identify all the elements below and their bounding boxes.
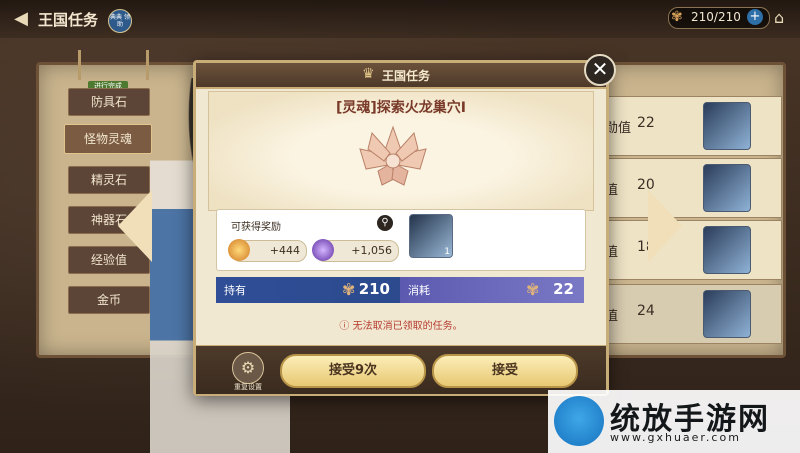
watermark: 统放手游网 www.gxhuaer.com <box>548 390 800 453</box>
exp-reward: +1,056 <box>312 239 399 262</box>
exp-reward-value: +1,056 <box>351 244 392 257</box>
cost-value: 22 <box>553 280 574 298</box>
guide-badge[interactable]: 典典 领助 <box>108 9 132 33</box>
dialog-header: ♛ 王国任务 <box>196 63 606 89</box>
item-count: 1 <box>444 247 450 257</box>
rope-decoration <box>146 50 149 80</box>
reset-settings-button[interactable]: ⚙ <box>232 352 264 384</box>
home-icon[interactable]: ⌂ <box>774 8 784 27</box>
list-item[interactable]: 勋值 22 <box>600 96 782 156</box>
magnifier-icon[interactable]: ⚲ <box>377 215 393 231</box>
stamina-value: 210/210 <box>691 10 741 24</box>
owned-value: 210 <box>358 280 390 298</box>
scroll-icon: ✾ <box>526 280 540 299</box>
reward-item-icon <box>703 102 751 150</box>
row-value: 24 <box>637 303 655 319</box>
owned-label: 持有 <box>224 284 246 297</box>
owned-bar: 持有 ✾ 210 <box>216 277 400 303</box>
stamina-counter: ✾ 210/210 + <box>668 7 770 29</box>
quest-name: [灵魂]探索火龙巢穴Ⅰ <box>335 100 466 116</box>
cost-label: 消耗 <box>408 284 430 297</box>
add-stamina-button[interactable]: + <box>747 9 763 25</box>
accept-multiple-button[interactable]: 接受9次 <box>280 354 426 388</box>
list-item[interactable]: 值 18 <box>600 220 782 280</box>
gold-reward: +444 <box>228 239 307 262</box>
back-arrow-icon[interactable]: ◀ <box>8 9 34 29</box>
reward-label: 可获得奖励 <box>231 222 281 233</box>
quest-dialog: ♛ 王国任务 [灵魂]探索火龙巢穴Ⅰ 可获得奖励 ⚲ +444 +1,056 1 <box>193 60 609 396</box>
reward-item-icon <box>703 290 751 338</box>
reward-panel: 可获得奖励 ⚲ +444 +1,056 1 <box>216 209 586 271</box>
reward-item-icon <box>703 226 751 274</box>
octopus-logo-icon <box>554 396 604 446</box>
sidebar-item-armor-stone[interactable]: 防具石 <box>68 88 150 116</box>
page-title: 王国任务 <box>38 11 99 29</box>
sidebar-item-gold[interactable]: 金币 <box>68 286 150 314</box>
list-item[interactable]: 值 24 <box>600 284 782 344</box>
watermark-url: www.gxhuaer.com <box>610 431 741 444</box>
next-arrow-icon[interactable] <box>648 190 682 262</box>
cost-bar: 消耗 ✾ 22 <box>400 277 584 303</box>
monster-soul-flower-icon <box>359 125 427 186</box>
sidebar-item-monster-soul[interactable]: 怪物灵魂 <box>64 124 152 154</box>
scroll-icon: ✾ <box>342 280 356 299</box>
rope-decoration <box>78 50 81 80</box>
dialog-title: 王国任务 <box>382 69 431 83</box>
soul-item-icon[interactable]: 1 <box>409 214 453 258</box>
reward-item-icon <box>703 164 751 212</box>
previous-arrow-icon[interactable] <box>118 190 152 262</box>
gold-coin-icon <box>228 239 250 261</box>
gold-reward-value: +444 <box>269 244 300 257</box>
notice-text: ⓘ 无法取消已领取的任务。 <box>339 321 463 332</box>
crest-icon: ♛ <box>362 66 375 82</box>
row-value: 22 <box>637 115 655 131</box>
reset-settings-label: 重复设置 <box>234 383 262 391</box>
accept-button[interactable]: 接受 <box>432 354 578 388</box>
list-item[interactable]: 值 20 <box>600 158 782 218</box>
dialog-footer: ⚙ 重复设置 接受9次 接受 <box>196 345 606 394</box>
scroll-icon: ✾ <box>671 9 683 25</box>
close-button[interactable]: ✕ <box>584 54 616 86</box>
exp-orb-icon <box>312 239 334 261</box>
top-bar: ◀ 王国任务 典典 领助 ✾ 210/210 + ⌂ <box>0 0 800 38</box>
